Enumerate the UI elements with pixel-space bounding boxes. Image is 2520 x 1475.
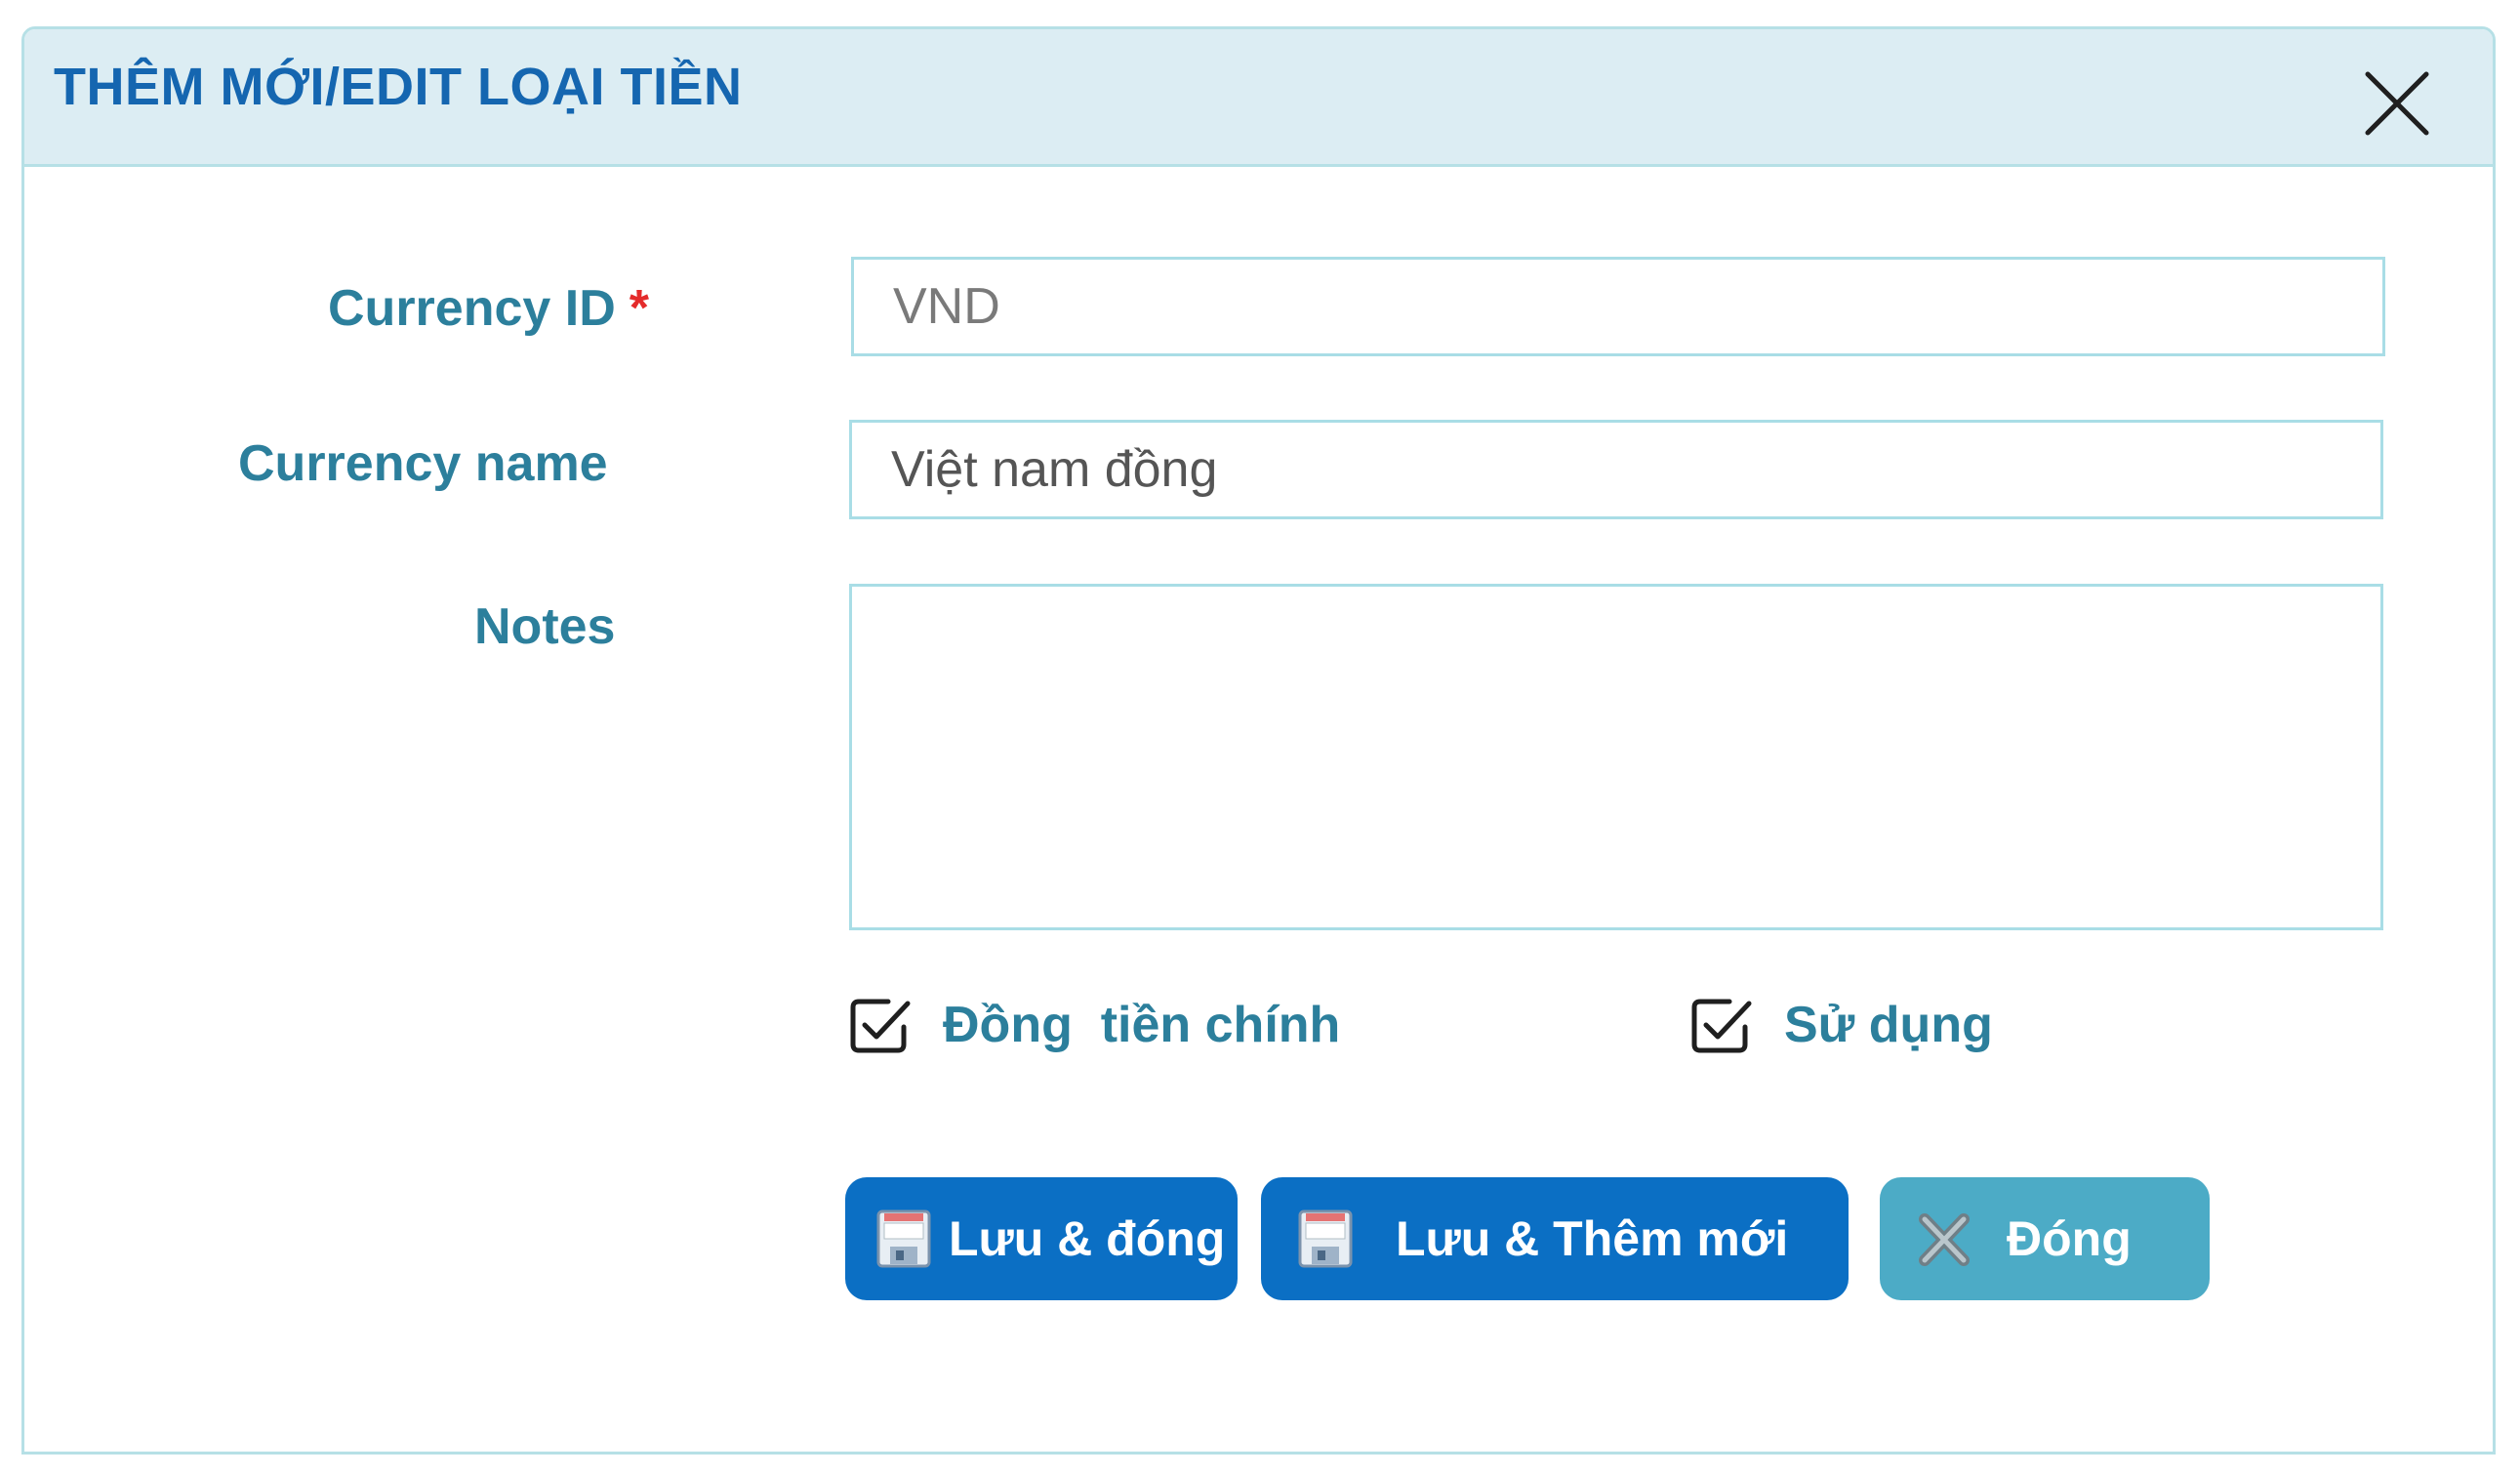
in-use-label: Sử dụng	[1784, 997, 1993, 1053]
dialog-title: THÊM MỚI/EDIT LOẠI TIỀN	[54, 58, 743, 116]
checkbox-in-use[interactable]: Sử dụng	[1690, 996, 1993, 1054]
notes-textarea[interactable]	[849, 584, 2383, 930]
main-currency-label: Đồng tiền chính	[943, 997, 1341, 1053]
required-marker: *	[629, 280, 650, 337]
save-close-label: Lưu & đóng	[949, 1211, 1226, 1266]
currency-dialog: THÊM MỚI/EDIT LOẠI TIỀN Currency ID* Cur…	[21, 26, 2496, 1455]
checkbox-main-currency[interactable]: Đồng tiền chính	[849, 996, 1340, 1054]
dialog-header: THÊM MỚI/EDIT LOẠI TIỀN	[24, 29, 2493, 167]
currency-name-input[interactable]	[849, 420, 2383, 519]
save-close-button[interactable]: Lưu & đóng	[845, 1177, 1238, 1300]
close-label: Đóng	[2007, 1211, 2132, 1266]
notes-label: Notes	[474, 598, 616, 655]
currency-name-label: Currency name	[238, 435, 608, 492]
save-new-label: Lưu & Thêm mới	[1396, 1211, 1789, 1266]
x-icon	[1919, 1213, 1970, 1266]
floppy-disk-icon	[1298, 1209, 1353, 1268]
currency-id-input[interactable]	[851, 257, 2385, 356]
close-button[interactable]: Đóng	[1880, 1177, 2210, 1300]
currency-id-label-text: Currency ID	[328, 280, 616, 337]
currency-id-label: Currency ID *	[328, 279, 649, 338]
save-new-button[interactable]: Lưu & Thêm mới	[1261, 1177, 1849, 1300]
checkbox-checked-icon[interactable]	[1690, 996, 1755, 1054]
checkbox-checked-icon[interactable]	[849, 996, 914, 1054]
floppy-disk-icon	[876, 1209, 931, 1268]
close-icon[interactable]	[2362, 68, 2432, 139]
